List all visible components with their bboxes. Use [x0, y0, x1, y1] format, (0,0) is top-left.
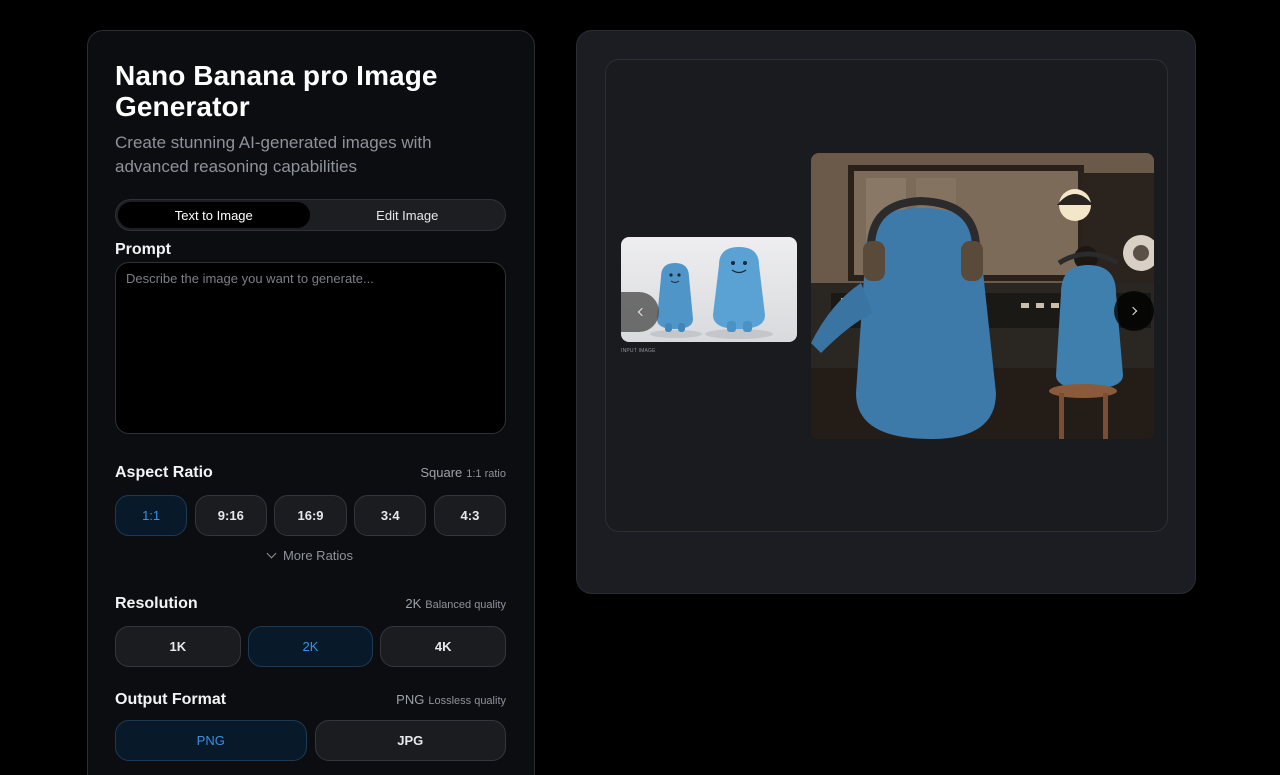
- aspect-ratio-label: Aspect Ratio: [115, 464, 213, 481]
- ratio-option-16-9[interactable]: 16:9: [274, 495, 347, 536]
- resolution-options: 1K 2K 4K: [115, 626, 507, 667]
- prompt-input[interactable]: [115, 262, 506, 434]
- page-subtitle: Create stunning AI-generated images with…: [115, 133, 432, 176]
- preview-panel: INPUT IMAGE: [576, 30, 1196, 594]
- output-format-header: Output Format PNG Lossless quality: [115, 691, 506, 709]
- output-format-summary: PNG Lossless quality: [396, 692, 506, 707]
- aspect-ratio-summary: Square 1:1 ratio: [420, 465, 506, 480]
- resolution-option-4k[interactable]: 4K: [380, 626, 507, 667]
- prompt-header: Prompt: [115, 241, 506, 259]
- output-format-selected-desc: Lossless quality: [428, 695, 506, 707]
- ratio-option-9-16[interactable]: 9:16: [194, 495, 267, 536]
- aspect-ratio-selected-desc: 1:1 ratio: [466, 468, 506, 480]
- input-image[interactable]: [621, 237, 797, 342]
- page-title: Nano Banana pro Image Generator: [115, 60, 438, 122]
- resolution-label: Resolution: [115, 595, 198, 612]
- output-image[interactable]: [811, 153, 1154, 439]
- input-image-caption: INPUT IMAGE: [621, 348, 656, 354]
- format-option-png[interactable]: PNG: [115, 720, 307, 761]
- generator-panel: Nano Banana pro Image Generator Create s…: [87, 30, 535, 775]
- output-format-selected-name: PNG: [396, 692, 425, 707]
- output-image-illustration: [811, 153, 1154, 439]
- aspect-ratio-options: 1:1 9:16 16:9 3:4 4:3: [115, 495, 507, 536]
- preview-frame: INPUT IMAGE: [605, 59, 1168, 532]
- tab-text-to-image[interactable]: Text to Image: [118, 202, 310, 228]
- aspect-ratio-header: Aspect Ratio Square 1:1 ratio: [115, 464, 506, 482]
- prompt-label: Prompt: [115, 241, 171, 258]
- output-format-options: PNG JPG: [115, 720, 506, 761]
- more-ratios-label: More Ratios: [282, 548, 354, 563]
- chevron-left-icon: [637, 307, 646, 317]
- chevron-down-icon: [266, 548, 277, 559]
- ratio-option-1-1[interactable]: 1:1: [115, 495, 188, 536]
- mode-toggle: Text to Image Edit Image: [115, 199, 506, 231]
- more-ratios-button[interactable]: More Ratios: [115, 548, 506, 563]
- chevron-right-icon: [1128, 306, 1137, 316]
- ratio-option-3-4[interactable]: 3:4: [354, 495, 427, 536]
- tab-edit-image[interactable]: Edit Image: [312, 202, 504, 228]
- next-image-button[interactable]: [1114, 291, 1154, 331]
- output-format-label: Output Format: [115, 691, 227, 708]
- format-option-jpg[interactable]: JPG: [314, 720, 506, 761]
- resolution-header: Resolution 2K Balanced quality: [115, 595, 506, 613]
- resolution-summary: 2K Balanced quality: [405, 596, 506, 611]
- resolution-option-2k[interactable]: 2K: [247, 626, 374, 667]
- resolution-selected-desc: Balanced quality: [425, 599, 506, 611]
- resolution-selected-name: 2K: [405, 596, 422, 611]
- aspect-ratio-selected-name: Square: [420, 465, 463, 480]
- resolution-option-1k[interactable]: 1K: [115, 626, 241, 667]
- ratio-option-4-3[interactable]: 4:3: [433, 495, 507, 536]
